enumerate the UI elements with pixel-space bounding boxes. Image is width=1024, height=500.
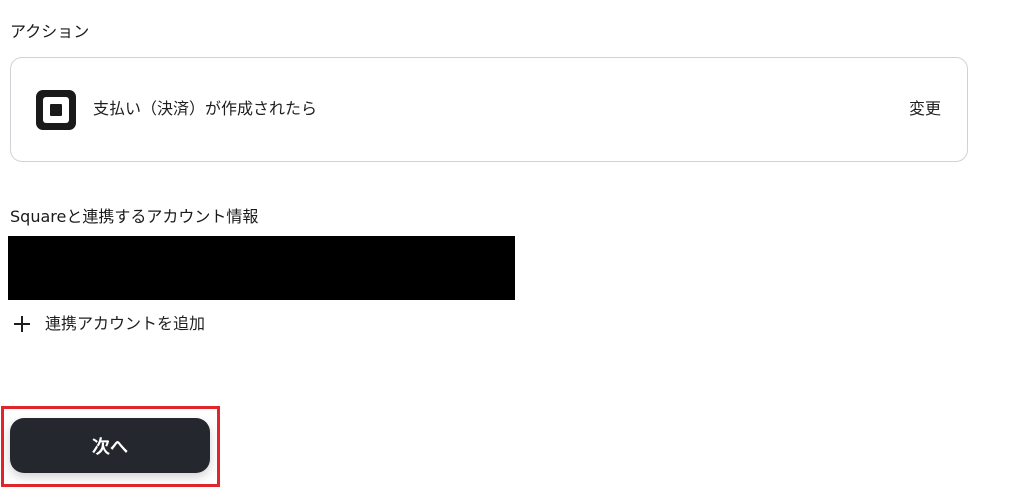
plus-icon [14,316,30,332]
add-linked-account-label: 連携アカウントを追加 [45,314,206,333]
action-card[interactable]: 支払い（決済）が作成されたら 変更 [10,57,968,162]
add-linked-account-button[interactable]: 連携アカウントを追加 [12,312,205,336]
account-section-label: Squareと連携するアカウント情報 [10,207,259,226]
action-section-label: アクション [10,22,90,41]
action-title: 支払い（決済）が作成されたら [93,99,318,118]
linked-account-selector-redacted[interactable] [8,236,515,300]
flow-settings-page: アクション 支払い（決済）が作成されたら 変更 Squareと連携するアカウント… [0,0,1024,500]
change-action-link[interactable]: 変更 [909,98,941,120]
square-logo-icon [36,90,76,130]
next-button[interactable]: 次へ [10,418,210,473]
